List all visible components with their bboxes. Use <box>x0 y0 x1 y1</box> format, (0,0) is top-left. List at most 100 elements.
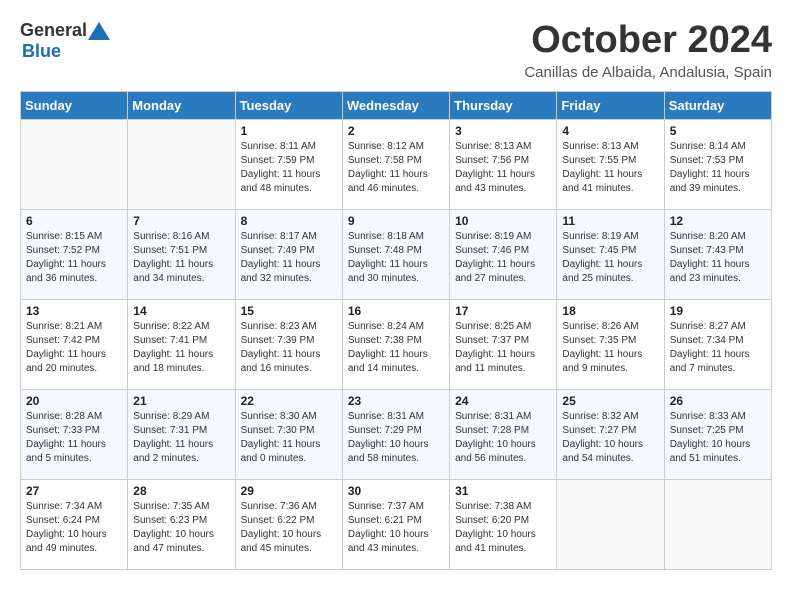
day-number: 25 <box>562 394 658 408</box>
calendar-cell: 6 Sunrise: 8:15 AM Sunset: 7:52 PM Daylig… <box>21 209 128 299</box>
calendar-cell: 28 Sunrise: 7:35 AM Sunset: 6:23 PM Dayli… <box>128 479 235 569</box>
day-info: Sunrise: 8:29 AM Sunset: 7:31 PM Dayligh… <box>133 410 229 466</box>
calendar-cell: 2Sunrise: 8:12 AM Sunset: 7:58 PM Daylig… <box>342 119 449 209</box>
location-subtitle: Canillas de Albaida, Andalusia, Spain <box>524 64 772 81</box>
day-number: 23 <box>348 394 444 408</box>
day-info: Sunrise: 7:35 AM Sunset: 6:23 PM Dayligh… <box>133 500 229 556</box>
calendar-cell: 14 Sunrise: 8:22 AM Sunset: 7:41 PM Dayli… <box>128 299 235 389</box>
calendar-cell: 26 Sunrise: 8:33 AM Sunset: 7:25 PM Dayli… <box>664 389 771 479</box>
calendar-cell: 23 Sunrise: 8:31 AM Sunset: 7:29 PM Dayli… <box>342 389 449 479</box>
day-info: Sunrise: 8:23 AM Sunset: 7:39 PM Dayligh… <box>241 320 337 376</box>
day-info: Sunrise: 8:18 AM Sunset: 7:48 PM Dayligh… <box>348 230 444 286</box>
day-number: 26 <box>670 394 766 408</box>
day-number: 28 <box>133 484 229 498</box>
calendar-cell: 4 Sunrise: 8:13 AM Sunset: 7:55 PM Daylig… <box>557 119 664 209</box>
calendar-cell <box>664 479 771 569</box>
day-number: 6 <box>26 214 122 228</box>
calendar-cell: 8Sunrise: 8:17 AM Sunset: 7:49 PM Daylig… <box>235 209 342 299</box>
calendar-cell <box>557 479 664 569</box>
calendar-header-thursday: Thursday <box>450 91 557 119</box>
calendar-cell: 5Sunrise: 8:14 AM Sunset: 7:53 PM Daylig… <box>664 119 771 209</box>
day-number: 13 <box>26 304 122 318</box>
day-number: 14 <box>133 304 229 318</box>
calendar-header-tuesday: Tuesday <box>235 91 342 119</box>
day-info: Sunrise: 8:20 AM Sunset: 7:43 PM Dayligh… <box>670 230 766 286</box>
day-info: Sunrise: 8:16 AM Sunset: 7:51 PM Dayligh… <box>133 230 229 286</box>
calendar-cell: 16 Sunrise: 8:24 AM Sunset: 7:38 PM Dayli… <box>342 299 449 389</box>
day-info: Sunrise: 8:27 AM Sunset: 7:34 PM Dayligh… <box>670 320 766 376</box>
calendar-header-friday: Friday <box>557 91 664 119</box>
month-title: October 2024 <box>524 20 772 62</box>
day-number: 16 <box>348 304 444 318</box>
calendar-header-saturday: Saturday <box>664 91 771 119</box>
day-info: Sunrise: 8:25 AM Sunset: 7:37 PM Dayligh… <box>455 320 551 376</box>
day-info: Sunrise: 8:15 AM Sunset: 7:52 PM Dayligh… <box>26 230 122 286</box>
calendar-cell: 1 Sunrise: 8:11 AM Sunset: 7:59 PM Daylig… <box>235 119 342 209</box>
day-info: Sunrise: 8:22 AM Sunset: 7:41 PM Dayligh… <box>133 320 229 376</box>
day-info: Sunrise: 7:37 AM Sunset: 6:21 PM Dayligh… <box>348 500 444 556</box>
day-info: Sunrise: 7:36 AM Sunset: 6:22 PM Dayligh… <box>241 500 337 556</box>
logo-icon <box>88 22 110 40</box>
calendar-cell: 20Sunrise: 8:28 AM Sunset: 7:33 PM Dayli… <box>21 389 128 479</box>
calendar-cell: 31Sunrise: 7:38 AM Sunset: 6:20 PM Dayli… <box>450 479 557 569</box>
day-number: 18 <box>562 304 658 318</box>
day-info: Sunrise: 8:32 AM Sunset: 7:27 PM Dayligh… <box>562 410 658 466</box>
day-number: 24 <box>455 394 551 408</box>
day-number: 10 <box>455 214 551 228</box>
day-number: 31 <box>455 484 551 498</box>
day-info: Sunrise: 8:11 AM Sunset: 7:59 PM Dayligh… <box>241 140 337 196</box>
day-info: Sunrise: 8:19 AM Sunset: 7:46 PM Dayligh… <box>455 230 551 286</box>
page-header: General Blue October 2024 Canillas de Al… <box>20 20 772 81</box>
day-info: Sunrise: 8:13 AM Sunset: 7:55 PM Dayligh… <box>562 140 658 196</box>
logo-blue-text: Blue <box>22 41 61 61</box>
calendar-cell: 9 Sunrise: 8:18 AM Sunset: 7:48 PM Daylig… <box>342 209 449 299</box>
calendar-cell: 7Sunrise: 8:16 AM Sunset: 7:51 PM Daylig… <box>128 209 235 299</box>
calendar-cell: 27Sunrise: 7:34 AM Sunset: 6:24 PM Dayli… <box>21 479 128 569</box>
calendar-week-row: 20Sunrise: 8:28 AM Sunset: 7:33 PM Dayli… <box>21 389 772 479</box>
day-info: Sunrise: 8:26 AM Sunset: 7:35 PM Dayligh… <box>562 320 658 376</box>
calendar-cell: 21 Sunrise: 8:29 AM Sunset: 7:31 PM Dayli… <box>128 389 235 479</box>
day-number: 17 <box>455 304 551 318</box>
calendar-cell: 10 Sunrise: 8:19 AM Sunset: 7:46 PM Dayli… <box>450 209 557 299</box>
calendar-cell: 3 Sunrise: 8:13 AM Sunset: 7:56 PM Daylig… <box>450 119 557 209</box>
day-number: 22 <box>241 394 337 408</box>
calendar-header-monday: Monday <box>128 91 235 119</box>
day-number: 9 <box>348 214 444 228</box>
day-number: 1 <box>241 124 337 138</box>
calendar-cell: 24Sunrise: 8:31 AM Sunset: 7:28 PM Dayli… <box>450 389 557 479</box>
day-info: Sunrise: 8:13 AM Sunset: 7:56 PM Dayligh… <box>455 140 551 196</box>
calendar-header-row: SundayMondayTuesdayWednesdayThursdayFrid… <box>21 91 772 119</box>
day-number: 5 <box>670 124 766 138</box>
day-info: Sunrise: 8:30 AM Sunset: 7:30 PM Dayligh… <box>241 410 337 466</box>
day-number: 29 <box>241 484 337 498</box>
calendar-cell: 13 Sunrise: 8:21 AM Sunset: 7:42 PM Dayli… <box>21 299 128 389</box>
calendar-cell: 11Sunrise: 8:19 AM Sunset: 7:45 PM Dayli… <box>557 209 664 299</box>
day-number: 15 <box>241 304 337 318</box>
calendar-cell: 15 Sunrise: 8:23 AM Sunset: 7:39 PM Dayli… <box>235 299 342 389</box>
day-number: 21 <box>133 394 229 408</box>
day-number: 19 <box>670 304 766 318</box>
day-number: 4 <box>562 124 658 138</box>
calendar-week-row: 1 Sunrise: 8:11 AM Sunset: 7:59 PM Daylig… <box>21 119 772 209</box>
calendar-cell: 19 Sunrise: 8:27 AM Sunset: 7:34 PM Dayli… <box>664 299 771 389</box>
day-info: Sunrise: 8:12 AM Sunset: 7:58 PM Dayligh… <box>348 140 444 196</box>
day-info: Sunrise: 8:21 AM Sunset: 7:42 PM Dayligh… <box>26 320 122 376</box>
day-number: 3 <box>455 124 551 138</box>
calendar-cell <box>128 119 235 209</box>
calendar-cell: 17 Sunrise: 8:25 AM Sunset: 7:37 PM Dayli… <box>450 299 557 389</box>
title-block: October 2024 Canillas de Albaida, Andalu… <box>524 20 772 81</box>
calendar-week-row: 13 Sunrise: 8:21 AM Sunset: 7:42 PM Dayli… <box>21 299 772 389</box>
day-number: 11 <box>562 214 658 228</box>
calendar-header-sunday: Sunday <box>21 91 128 119</box>
day-number: 12 <box>670 214 766 228</box>
calendar-cell: 18 Sunrise: 8:26 AM Sunset: 7:35 PM Dayli… <box>557 299 664 389</box>
calendar-cell: 29 Sunrise: 7:36 AM Sunset: 6:22 PM Dayli… <box>235 479 342 569</box>
day-info: Sunrise: 8:33 AM Sunset: 7:25 PM Dayligh… <box>670 410 766 466</box>
calendar-week-row: 6 Sunrise: 8:15 AM Sunset: 7:52 PM Daylig… <box>21 209 772 299</box>
day-info: Sunrise: 8:31 AM Sunset: 7:29 PM Dayligh… <box>348 410 444 466</box>
logo: General Blue <box>20 20 112 62</box>
calendar-cell: 30 Sunrise: 7:37 AM Sunset: 6:21 PM Dayli… <box>342 479 449 569</box>
day-number: 30 <box>348 484 444 498</box>
day-info: Sunrise: 8:24 AM Sunset: 7:38 PM Dayligh… <box>348 320 444 376</box>
calendar-cell: 25 Sunrise: 8:32 AM Sunset: 7:27 PM Dayli… <box>557 389 664 479</box>
